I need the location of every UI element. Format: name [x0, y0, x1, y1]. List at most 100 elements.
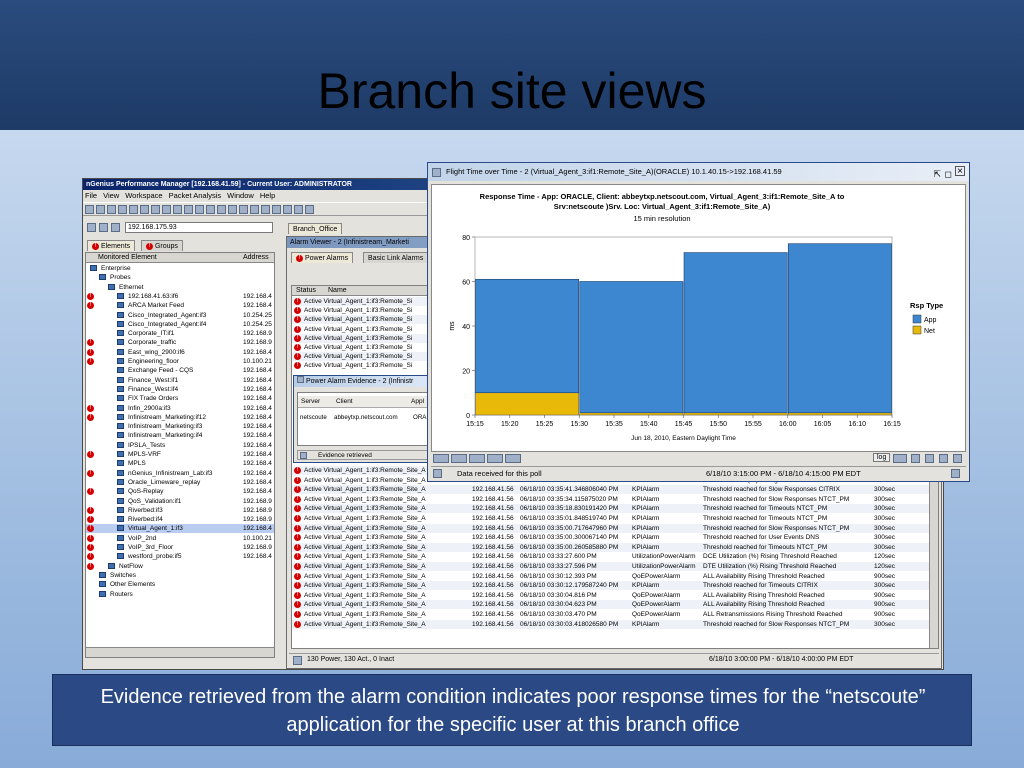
tree-row[interactable]: Ethernet	[86, 283, 274, 292]
tree-row[interactable]: Routers	[86, 590, 274, 599]
tree-row[interactable]: ! East_wing_2900:if6 192.168.4	[86, 348, 274, 357]
alarm-row[interactable]: ! Active Virtual_Agent_1:if3:Remote_Site_…	[292, 514, 938, 523]
refresh-icon[interactable]	[87, 223, 96, 232]
toolbar-icon[interactable]	[217, 204, 226, 214]
toolbar-icon[interactable]	[294, 204, 303, 214]
tree-row[interactable]: QoS_Validation:if1 192.168.9	[86, 497, 274, 506]
menu-item[interactable]: File	[85, 191, 97, 200]
tree-hscrollbar[interactable]	[86, 647, 274, 657]
tree-row[interactable]: ! 192.168.41.63:if6 192.168.4	[86, 292, 274, 301]
tree-row[interactable]: ! nGenius_Infinistream_Lab:if3 192.168.4	[86, 469, 274, 478]
tree-row[interactable]: Infinistream_Marketing:if4 192.168.4	[86, 431, 274, 440]
tree-row[interactable]: ! westford_probe:if5 192.168.4	[86, 552, 274, 561]
tree-row[interactable]: ! Riverbed:if4 192.168.9	[86, 515, 274, 524]
alarm-row[interactable]: ! Active Virtual_Agent_1:if3:Remote_Site_…	[292, 552, 938, 561]
tree-row[interactable]: MPLS 192.168.4	[86, 459, 274, 468]
alarm-row[interactable]: ! Active Virtual_Agent_1:if3:Remote_Site_…	[292, 591, 938, 600]
tree-row[interactable]: Oracle_Limeware_replay 192.168.4	[86, 478, 274, 487]
alarm-row[interactable]: ! Active Virtual_Agent_1:if3:Remote_Site_…	[292, 533, 938, 542]
tab-groups[interactable]: ! Groups	[141, 240, 183, 251]
tree-row[interactable]: ! QoS-Replay 192.168.4	[86, 487, 274, 496]
tree-row[interactable]: ! VoIP_2nd 10.100.21	[86, 534, 274, 543]
settings-icon[interactable]	[911, 454, 920, 463]
tree-row[interactable]: ! VoIP_3rd_Floor 192.168.9	[86, 543, 274, 552]
minimize-icon[interactable]: ⇱	[933, 165, 941, 183]
tree-row[interactable]: Finance_West:if4 192.168.4	[86, 385, 274, 394]
header-status[interactable]: Status	[296, 286, 316, 296]
toolbar-icon[interactable]	[184, 204, 193, 214]
toolbar-icon[interactable]	[206, 204, 215, 214]
tree-row[interactable]: Cisco_Integrated_Agent:if4 10.254.25	[86, 320, 274, 329]
toolbar-icon[interactable]	[261, 204, 270, 214]
tree-row[interactable]: ! Infin_2900a:if3 192.168.4	[86, 404, 274, 413]
zoom-icon[interactable]	[433, 454, 449, 463]
menu-item[interactable]: Workspace	[125, 191, 162, 200]
tree-row[interactable]: Finance_West:if1 192.168.4	[86, 376, 274, 385]
toolbar-icon[interactable]	[283, 204, 292, 214]
alarm-row[interactable]: ! Active Virtual_Agent_1:if3:Remote_Site_…	[292, 619, 938, 629]
tab-elements[interactable]: ! Elements	[87, 240, 136, 251]
toolbar-icon[interactable]	[228, 204, 237, 214]
chart-type-icon[interactable]	[893, 454, 907, 463]
toolbar-icon[interactable]	[173, 204, 182, 214]
tree-row[interactable]: Other Elements	[86, 580, 274, 589]
header-server[interactable]: Server	[301, 396, 320, 408]
alarm-row[interactable]: ! Active Virtual_Agent_1:if3:Remote_Site_…	[292, 495, 938, 504]
alarm-row[interactable]: ! Active Virtual_Agent_1:if3:Remote_Site_…	[292, 485, 938, 495]
tree-row[interactable]: ! Corporate_traffic 192.168.9	[86, 338, 274, 347]
nav-icon[interactable]	[111, 223, 120, 232]
next-icon[interactable]	[939, 454, 948, 463]
menu-item[interactable]: Help	[260, 191, 275, 200]
zoom-icon[interactable]	[469, 454, 485, 463]
toolbar-icon[interactable]	[250, 204, 259, 214]
tree-row[interactable]: Enterprise	[86, 264, 274, 273]
toolbar-icon[interactable]	[107, 204, 116, 214]
toolbar-icon[interactable]	[85, 204, 94, 214]
nav-icon[interactable]	[99, 223, 108, 232]
toolbar-icon[interactable]	[239, 204, 248, 214]
toolbar-icon[interactable]	[305, 204, 314, 214]
close-icon[interactable]: ×	[955, 166, 965, 177]
tab-power-alarms[interactable]: ! Power Alarms	[291, 252, 354, 263]
toolbar-icon[interactable]	[162, 204, 171, 214]
menu-item[interactable]: Window	[227, 191, 254, 200]
alarm-row[interactable]: ! Active Virtual_Agent_1:if3:Remote_Site_…	[292, 581, 938, 591]
header-monitored-element[interactable]: Monitored Element	[98, 253, 157, 263]
header-address[interactable]: Address	[243, 253, 269, 263]
zoom-icon[interactable]	[505, 454, 521, 463]
toolbar-icon[interactable]	[129, 204, 138, 214]
alarm-row[interactable]: ! Active Virtual_Agent_1:if3:Remote_Site_…	[292, 600, 938, 610]
address-field[interactable]: 192.168.175.93	[125, 222, 273, 233]
tree-row[interactable]: Exchange Feed - CQS 192.168.4	[86, 366, 274, 375]
evidence-row[interactable]: netscoute abbeytxp.netscout.com ORA	[298, 413, 431, 423]
tree-row[interactable]: Infinistream_Marketing:if3 192.168.4	[86, 422, 274, 431]
tree-row[interactable]: ! ARCA Market Feed 192.168.4	[86, 301, 274, 310]
menu-item[interactable]: Packet Analysis	[169, 191, 222, 200]
tree-row[interactable]: ! NetFlow	[86, 562, 274, 571]
tab-basic-link-alarms[interactable]: Basic Link Alarms	[363, 252, 429, 263]
log-button[interactable]: log	[873, 453, 891, 462]
tree-row[interactable]: FIX Trade Orders 192.168.4	[86, 394, 274, 403]
alarm-row[interactable]: ! Active Virtual_Agent_1:if3:Remote_Site_…	[292, 562, 938, 571]
alarm-row[interactable]: ! Active Virtual_Agent_1:if3:Remote_Site_…	[292, 523, 938, 533]
home-icon[interactable]	[953, 454, 962, 463]
tree-row[interactable]: Corporate_IT:if1 192.168.9	[86, 329, 274, 338]
tree-row[interactable]: Switches	[86, 571, 274, 580]
alarm-row[interactable]: ! Active Virtual_Agent_1:if3:Remote_Site_…	[292, 542, 938, 552]
tree-row[interactable]: ! Riverbed:if3 192.168.9	[86, 506, 274, 515]
toolbar-icon[interactable]	[96, 204, 105, 214]
tree-row[interactable]: ! MPLS-VRF 192.168.4	[86, 450, 274, 459]
toolbar-icon[interactable]	[195, 204, 204, 214]
tree-row[interactable]: Cisco_Integrated_Agent:if3 10.254.25	[86, 311, 274, 320]
zoom-icon[interactable]	[487, 454, 503, 463]
header-name[interactable]: Name	[328, 286, 347, 296]
zoom-icon[interactable]	[451, 454, 467, 463]
alarm-row[interactable]: ! Active Virtual_Agent_1:if3:Remote_Site_…	[292, 572, 938, 581]
tree-row[interactable]: ! Engineering_floor 10.100.21	[86, 357, 274, 366]
expand-icon[interactable]	[951, 469, 960, 478]
toolbar-icon[interactable]	[118, 204, 127, 214]
tree-row[interactable]: IPSLA_Tests 192.168.4	[86, 441, 274, 450]
tab-branch-office[interactable]: Branch_Office	[288, 223, 343, 234]
tree-row[interactable]: Probes	[86, 273, 274, 282]
maximize-icon[interactable]: ◻	[945, 165, 952, 183]
